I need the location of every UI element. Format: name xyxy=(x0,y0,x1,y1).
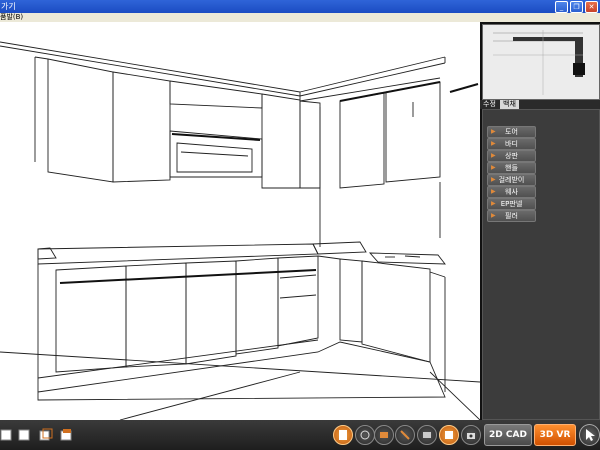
material-tool-button[interactable] xyxy=(439,425,459,445)
triangle-icon: ▶ xyxy=(491,152,496,159)
panel-tool-button[interactable] xyxy=(417,425,437,445)
camera-icon xyxy=(467,433,475,439)
minimap[interactable] xyxy=(482,24,600,100)
bottom-toolbar: 2D CAD 3D VR xyxy=(0,420,600,450)
restore-button[interactable]: ❐ xyxy=(570,1,583,13)
window-title: 가기 xyxy=(1,2,16,11)
minimize-button[interactable]: _ xyxy=(555,1,568,13)
handle-button[interactable]: ▶ 핸들 xyxy=(487,162,536,174)
ep-panel-button[interactable]: ▶ EP판넬 xyxy=(487,198,536,210)
view-side-button[interactable] xyxy=(18,427,32,441)
wesa-label: 웨사 xyxy=(505,188,518,196)
triangle-icon: ▶ xyxy=(491,140,496,147)
baseboard-button[interactable]: ▶ 걸레받이 xyxy=(487,174,536,186)
panel-icon xyxy=(423,432,431,438)
view-front-button[interactable] xyxy=(0,427,14,441)
document-icon xyxy=(339,430,347,440)
cube-icon xyxy=(0,429,12,441)
view-persp-button[interactable] xyxy=(60,427,74,441)
kitchen-3d-render xyxy=(0,41,480,420)
body-label: 바디 xyxy=(505,140,518,148)
2d-cad-button[interactable]: 2D CAD xyxy=(484,424,532,446)
body-button[interactable]: ▶ 바디 xyxy=(487,138,536,150)
title-bar: 가기 _ ❐ ✕ xyxy=(0,0,600,13)
3d-viewport[interactable] xyxy=(0,22,480,420)
handle-label: 핸들 xyxy=(505,164,518,172)
wesa-button[interactable]: ▶ 웨사 xyxy=(487,186,536,198)
triangle-icon: ▶ xyxy=(491,128,496,135)
right-panel: 수정 백채 ▶ 도어 ▶ 바디 ▶ 상판 ▶ 핸들 ▶ 걸레받이 ▶ 웨사 ▶ EP판넬 ▶ 필… xyxy=(480,22,600,420)
countertop-label: 상판 xyxy=(505,152,518,160)
view-iso-button[interactable] xyxy=(39,427,53,441)
baseboard-label: 걸레받이 xyxy=(498,176,525,184)
triangle-icon: ▶ xyxy=(491,176,496,183)
tab-color[interactable]: 백채 xyxy=(500,100,519,109)
tab-edit[interactable]: 수정 xyxy=(480,100,499,109)
cabinet-tool-button[interactable] xyxy=(374,425,394,445)
panel-tabs: 수정 백채 xyxy=(480,100,600,109)
window-controls: _ ❐ ✕ xyxy=(555,1,598,13)
triangle-icon: ▶ xyxy=(491,200,496,207)
cursor-icon xyxy=(586,429,595,441)
render-tool-button[interactable] xyxy=(333,425,353,445)
rotate-tool-button[interactable] xyxy=(355,425,375,445)
ep-panel-label: EP판넬 xyxy=(500,200,523,208)
cube-icon xyxy=(39,428,53,441)
triangle-icon: ▶ xyxy=(491,212,496,219)
panel-body: ▶ 도어 ▶ 바디 ▶ 상판 ▶ 핸들 ▶ 걸레받이 ▶ 웨사 ▶ EP판넬 ▶ 필러 xyxy=(482,109,600,420)
triangle-icon: ▶ xyxy=(491,164,496,171)
countertop-button[interactable]: ▶ 상판 xyxy=(487,150,536,162)
cube-icon xyxy=(60,429,72,441)
box-icon xyxy=(445,431,453,439)
floor-plan-preview xyxy=(483,25,599,99)
rotate-icon xyxy=(360,430,370,440)
triangle-icon: ▶ xyxy=(491,188,496,195)
door-label: 도어 xyxy=(505,128,518,136)
3d-vr-button[interactable]: 3D VR xyxy=(534,424,576,446)
filler-button[interactable]: ▶ 필러 xyxy=(487,210,536,222)
cube-icon xyxy=(18,429,30,441)
line-tool-button[interactable] xyxy=(395,425,415,445)
pointer-tool-button[interactable] xyxy=(579,424,600,446)
door-button[interactable]: ▶ 도어 xyxy=(487,126,536,138)
pencil-icon xyxy=(400,430,410,440)
camera-tool-button[interactable] xyxy=(461,425,481,445)
cabinet-icon xyxy=(380,432,388,438)
close-button[interactable]: ✕ xyxy=(585,1,598,13)
filler-label: 필러 xyxy=(505,212,518,220)
menu-item-help[interactable]: 품발(B) xyxy=(0,13,23,22)
